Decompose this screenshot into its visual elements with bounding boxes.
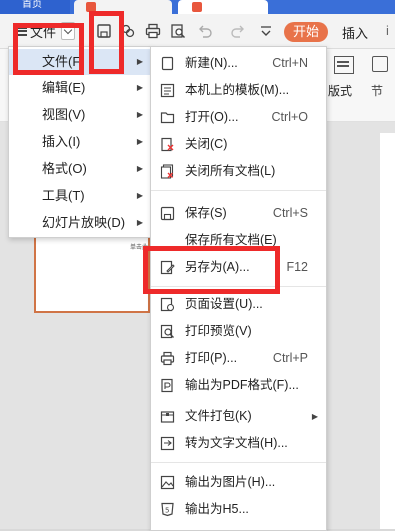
close-doc-icon xyxy=(161,137,174,152)
highlight-box-save-as xyxy=(143,246,280,294)
menu-item-label: 视图(V) xyxy=(42,107,86,122)
image-icon xyxy=(160,475,175,490)
menu-item-label: 页面设置(U)... xyxy=(185,297,263,311)
chevron-right-icon: ▶ xyxy=(136,57,143,66)
tab-home-label: 首页 xyxy=(22,0,42,10)
tab-home[interactable]: 首页 xyxy=(0,0,70,14)
menu-item-print-preview[interactable]: 打印预览(V) xyxy=(151,318,326,345)
svg-text:5: 5 xyxy=(165,507,169,515)
menu-item-edit[interactable]: 编辑(E) ▶ xyxy=(9,75,151,101)
chevron-right-icon: ▶ xyxy=(136,83,143,92)
menu-item-label: 文件打包(K) xyxy=(185,409,252,423)
shortcut-label: Ctrl+S xyxy=(272,206,308,220)
section-icon[interactable] xyxy=(372,56,388,72)
menu-item-package[interactable]: 文件打包(K) ▶ xyxy=(151,403,326,430)
chevron-right-icon: ▶ xyxy=(136,191,143,200)
menu-item-label: 本机上的模板(M)... xyxy=(185,83,290,97)
menu-item-label: 转为文字文档(H)... xyxy=(185,436,288,450)
tab-start[interactable]: 开始 xyxy=(284,22,328,42)
menu-item-label: 关闭(C) xyxy=(185,137,228,151)
redo-icon[interactable] xyxy=(230,23,246,39)
package-icon xyxy=(160,411,175,423)
convert-icon xyxy=(160,436,175,451)
highlight-box-menu-arrow xyxy=(89,11,124,74)
tab-document-2[interactable] xyxy=(178,0,268,14)
tab-start-label: 开始 xyxy=(292,24,319,39)
menu-item-close[interactable]: 关闭(C) xyxy=(151,131,326,158)
shortcut-label: F12 xyxy=(286,260,308,274)
menu-item-label: 打印预览(V) xyxy=(185,324,252,338)
page-setup-icon xyxy=(160,297,175,312)
layout-icon[interactable] xyxy=(334,56,354,74)
menu-item-insert[interactable]: 插入(I) ▶ xyxy=(9,129,151,155)
open-folder-icon xyxy=(160,112,175,124)
menu-item-label: 幻灯片放映(D) xyxy=(42,215,126,230)
menu-item-label: 工具(T) xyxy=(42,188,85,203)
menu-item-label: 插入(I) xyxy=(42,134,81,149)
menu-item-export-image[interactable]: 输出为图片(H)... xyxy=(151,469,326,496)
print-icon xyxy=(160,351,175,366)
menu-item-view[interactable]: 视图(V) ▶ xyxy=(9,102,151,128)
chevron-right-icon: ▶ xyxy=(136,218,143,227)
new-doc-icon xyxy=(161,56,174,71)
customize-chevron-icon[interactable] xyxy=(258,23,274,39)
menu-item-close-all[interactable]: 关闭所有文档(L) xyxy=(151,158,326,185)
menu-item-label: 打开(O)... xyxy=(185,110,239,124)
chevron-right-icon: ▶ xyxy=(136,164,143,173)
chevron-right-icon: ▶ xyxy=(311,412,318,421)
h5-icon: 5 xyxy=(161,502,174,517)
menu-item-save[interactable]: 保存(S) Ctrl+S xyxy=(151,200,326,227)
close-all-icon xyxy=(160,164,174,179)
menu-item-slideshow[interactable]: 幻灯片放映(D) ▶ xyxy=(9,210,151,236)
menu-item-label: 打印(P)... xyxy=(185,351,238,365)
menu-item-tools[interactable]: 工具(T) ▶ xyxy=(9,183,151,209)
menu-separator xyxy=(151,462,326,463)
chevron-right-icon: ▶ xyxy=(136,137,143,146)
menu-item-page-setup[interactable]: 页面设置(U)... xyxy=(151,291,326,318)
chevron-right-icon: ▶ xyxy=(136,110,143,119)
shortcut-label: Ctrl+N xyxy=(272,56,308,70)
save-icon xyxy=(160,206,175,221)
menu-item-label: 输出为PDF格式(F)... xyxy=(185,378,299,392)
pdf-icon xyxy=(161,378,173,393)
tab-next-label: i xyxy=(386,23,389,38)
menu-item-label: 关闭所有文档(L) xyxy=(185,164,276,178)
tab-strip: 首页 xyxy=(0,0,395,14)
print-icon[interactable] xyxy=(145,23,161,39)
tab-insert-label: 插入 xyxy=(342,26,369,41)
menu-item-export-pdf[interactable]: 输出为PDF格式(F)... xyxy=(151,372,326,399)
highlight-box-file-menu xyxy=(13,23,84,75)
menu-item-label: 格式(O) xyxy=(42,161,87,176)
menu-item-open[interactable]: 打开(O)... Ctrl+O xyxy=(151,104,326,131)
menu-item-convert-to-text[interactable]: 转为文字文档(H)... xyxy=(151,430,326,457)
menu-item-label: 编辑(E) xyxy=(42,80,86,95)
presentation-icon xyxy=(192,2,202,12)
menu-item-label: 输出为图片(H)... xyxy=(185,475,276,489)
menu-separator xyxy=(151,190,326,191)
tab-insert[interactable]: 插入 xyxy=(342,23,368,42)
menu-item-print[interactable]: 打印(P)... Ctrl+P xyxy=(151,345,326,372)
menu-item-label: 新建(N)... xyxy=(185,56,238,70)
menu-item-format[interactable]: 格式(O) ▶ xyxy=(9,156,151,182)
layout-button[interactable]: 版式 xyxy=(328,82,352,99)
shortcut-label: Ctrl+O xyxy=(271,110,308,124)
template-icon xyxy=(160,83,175,98)
menu-item-export-h5[interactable]: 5 输出为H5... xyxy=(151,496,326,523)
menu-item-templates[interactable]: 本机上的模板(M)... xyxy=(151,77,326,104)
tab-next[interactable]: i xyxy=(386,23,389,38)
menu-item-label: 保存(S) xyxy=(185,206,227,220)
print-preview-icon xyxy=(160,324,174,339)
section-button[interactable]: 节 xyxy=(371,82,383,99)
slide-canvas[interactable] xyxy=(380,133,395,529)
shortcut-label: Ctrl+P xyxy=(272,351,308,365)
print-preview-icon[interactable] xyxy=(170,23,186,39)
menu-item-label: 输出为H5... xyxy=(185,502,249,516)
menu-item-new[interactable]: 新建(N)... Ctrl+N xyxy=(151,50,326,77)
undo-icon[interactable] xyxy=(197,23,213,39)
